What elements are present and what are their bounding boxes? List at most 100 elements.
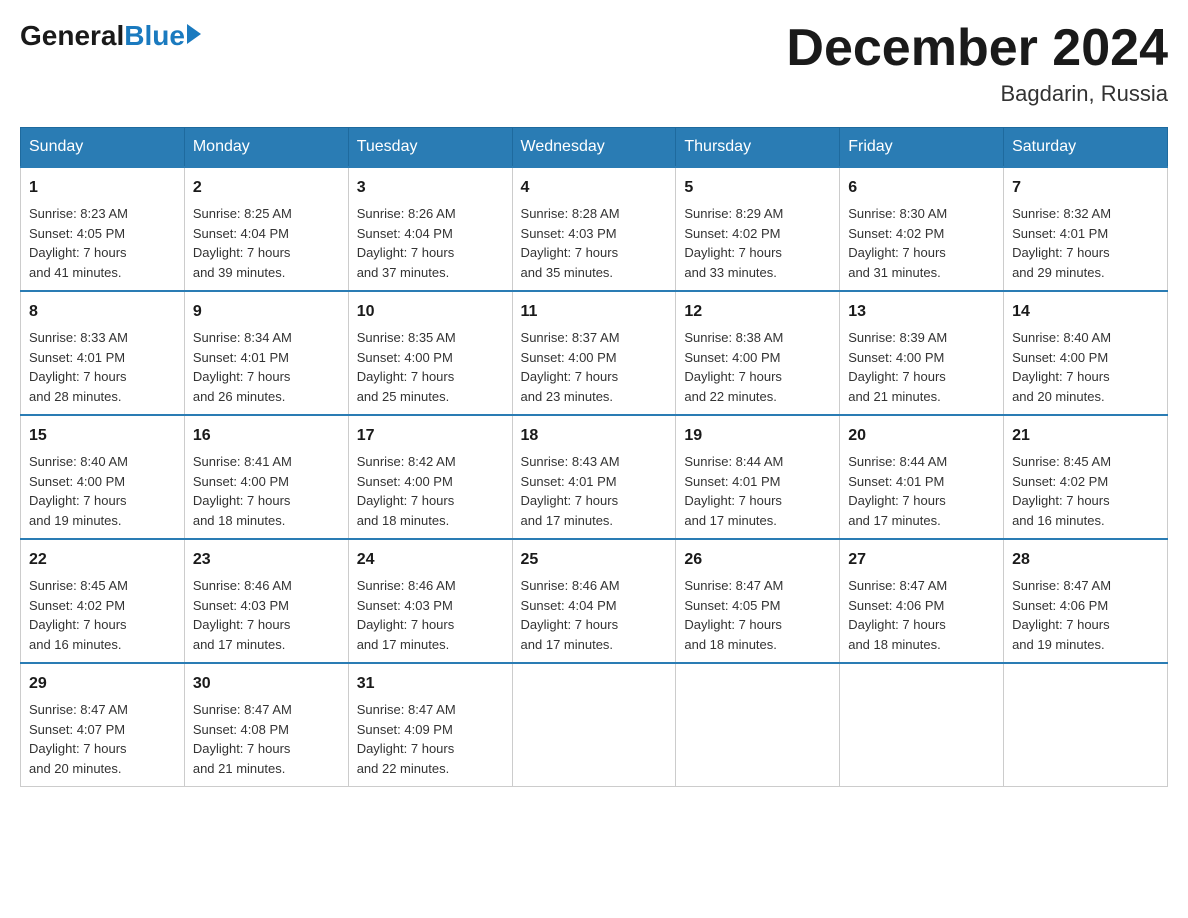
day-number: 10 <box>357 300 504 324</box>
calendar-cell <box>676 663 840 787</box>
day-info: Sunrise: 8:47 AM Sunset: 4:07 PM Dayligh… <box>29 700 176 778</box>
day-number: 22 <box>29 548 176 572</box>
day-number: 8 <box>29 300 176 324</box>
day-info: Sunrise: 8:32 AM Sunset: 4:01 PM Dayligh… <box>1012 204 1159 282</box>
day-info: Sunrise: 8:40 AM Sunset: 4:00 PM Dayligh… <box>1012 328 1159 406</box>
calendar-cell <box>512 663 676 787</box>
calendar-cell: 16 Sunrise: 8:41 AM Sunset: 4:00 PM Dayl… <box>184 415 348 539</box>
calendar-header-tuesday: Tuesday <box>348 128 512 168</box>
calendar-header-saturday: Saturday <box>1004 128 1168 168</box>
calendar-cell: 19 Sunrise: 8:44 AM Sunset: 4:01 PM Dayl… <box>676 415 840 539</box>
day-info: Sunrise: 8:42 AM Sunset: 4:00 PM Dayligh… <box>357 452 504 530</box>
calendar-cell: 5 Sunrise: 8:29 AM Sunset: 4:02 PM Dayli… <box>676 167 840 291</box>
day-number: 12 <box>684 300 831 324</box>
calendar-cell: 3 Sunrise: 8:26 AM Sunset: 4:04 PM Dayli… <box>348 167 512 291</box>
calendar-cell: 24 Sunrise: 8:46 AM Sunset: 4:03 PM Dayl… <box>348 539 512 663</box>
calendar-cell: 11 Sunrise: 8:37 AM Sunset: 4:00 PM Dayl… <box>512 291 676 415</box>
day-info: Sunrise: 8:28 AM Sunset: 4:03 PM Dayligh… <box>521 204 668 282</box>
calendar-cell: 13 Sunrise: 8:39 AM Sunset: 4:00 PM Dayl… <box>840 291 1004 415</box>
calendar-cell: 21 Sunrise: 8:45 AM Sunset: 4:02 PM Dayl… <box>1004 415 1168 539</box>
calendar-cell: 23 Sunrise: 8:46 AM Sunset: 4:03 PM Dayl… <box>184 539 348 663</box>
day-number: 6 <box>848 176 995 200</box>
logo-blue-text: Blue <box>124 20 185 52</box>
day-info: Sunrise: 8:46 AM Sunset: 4:03 PM Dayligh… <box>357 576 504 654</box>
calendar-cell: 10 Sunrise: 8:35 AM Sunset: 4:00 PM Dayl… <box>348 291 512 415</box>
day-info: Sunrise: 8:30 AM Sunset: 4:02 PM Dayligh… <box>848 204 995 282</box>
day-info: Sunrise: 8:41 AM Sunset: 4:00 PM Dayligh… <box>193 452 340 530</box>
day-info: Sunrise: 8:47 AM Sunset: 4:06 PM Dayligh… <box>1012 576 1159 654</box>
day-number: 9 <box>193 300 340 324</box>
day-number: 30 <box>193 672 340 696</box>
day-number: 3 <box>357 176 504 200</box>
calendar-cell: 20 Sunrise: 8:44 AM Sunset: 4:01 PM Dayl… <box>840 415 1004 539</box>
calendar-header-monday: Monday <box>184 128 348 168</box>
day-info: Sunrise: 8:47 AM Sunset: 4:08 PM Dayligh… <box>193 700 340 778</box>
day-info: Sunrise: 8:40 AM Sunset: 4:00 PM Dayligh… <box>29 452 176 530</box>
day-number: 4 <box>521 176 668 200</box>
day-info: Sunrise: 8:45 AM Sunset: 4:02 PM Dayligh… <box>29 576 176 654</box>
day-info: Sunrise: 8:47 AM Sunset: 4:09 PM Dayligh… <box>357 700 504 778</box>
calendar-cell: 9 Sunrise: 8:34 AM Sunset: 4:01 PM Dayli… <box>184 291 348 415</box>
logo: General Blue <box>20 20 201 52</box>
day-number: 16 <box>193 424 340 448</box>
day-number: 5 <box>684 176 831 200</box>
day-info: Sunrise: 8:47 AM Sunset: 4:05 PM Dayligh… <box>684 576 831 654</box>
day-info: Sunrise: 8:25 AM Sunset: 4:04 PM Dayligh… <box>193 204 340 282</box>
location: Bagdarin, Russia <box>786 81 1168 107</box>
calendar-cell: 1 Sunrise: 8:23 AM Sunset: 4:05 PM Dayli… <box>21 167 185 291</box>
day-info: Sunrise: 8:26 AM Sunset: 4:04 PM Dayligh… <box>357 204 504 282</box>
day-info: Sunrise: 8:47 AM Sunset: 4:06 PM Dayligh… <box>848 576 995 654</box>
calendar-week-1: 1 Sunrise: 8:23 AM Sunset: 4:05 PM Dayli… <box>21 167 1168 291</box>
day-number: 14 <box>1012 300 1159 324</box>
calendar-header-wednesday: Wednesday <box>512 128 676 168</box>
logo-triangle-icon <box>187 24 201 44</box>
day-info: Sunrise: 8:44 AM Sunset: 4:01 PM Dayligh… <box>848 452 995 530</box>
calendar-cell: 31 Sunrise: 8:47 AM Sunset: 4:09 PM Dayl… <box>348 663 512 787</box>
day-info: Sunrise: 8:45 AM Sunset: 4:02 PM Dayligh… <box>1012 452 1159 530</box>
day-number: 29 <box>29 672 176 696</box>
day-number: 19 <box>684 424 831 448</box>
day-number: 18 <box>521 424 668 448</box>
day-info: Sunrise: 8:29 AM Sunset: 4:02 PM Dayligh… <box>684 204 831 282</box>
day-number: 2 <box>193 176 340 200</box>
logo-general-text: General <box>20 20 124 52</box>
calendar-cell: 17 Sunrise: 8:42 AM Sunset: 4:00 PM Dayl… <box>348 415 512 539</box>
day-number: 15 <box>29 424 176 448</box>
day-number: 24 <box>357 548 504 572</box>
calendar-cell <box>1004 663 1168 787</box>
calendar-header-friday: Friday <box>840 128 1004 168</box>
calendar-cell: 27 Sunrise: 8:47 AM Sunset: 4:06 PM Dayl… <box>840 539 1004 663</box>
day-info: Sunrise: 8:33 AM Sunset: 4:01 PM Dayligh… <box>29 328 176 406</box>
calendar-cell: 29 Sunrise: 8:47 AM Sunset: 4:07 PM Dayl… <box>21 663 185 787</box>
calendar-cell: 8 Sunrise: 8:33 AM Sunset: 4:01 PM Dayli… <box>21 291 185 415</box>
day-number: 27 <box>848 548 995 572</box>
calendar-week-5: 29 Sunrise: 8:47 AM Sunset: 4:07 PM Dayl… <box>21 663 1168 787</box>
day-info: Sunrise: 8:46 AM Sunset: 4:04 PM Dayligh… <box>521 576 668 654</box>
day-info: Sunrise: 8:23 AM Sunset: 4:05 PM Dayligh… <box>29 204 176 282</box>
day-info: Sunrise: 8:44 AM Sunset: 4:01 PM Dayligh… <box>684 452 831 530</box>
calendar-cell <box>840 663 1004 787</box>
day-number: 31 <box>357 672 504 696</box>
day-number: 23 <box>193 548 340 572</box>
calendar-cell: 7 Sunrise: 8:32 AM Sunset: 4:01 PM Dayli… <box>1004 167 1168 291</box>
month-title: December 2024 <box>786 20 1168 77</box>
day-number: 20 <box>848 424 995 448</box>
calendar-cell: 14 Sunrise: 8:40 AM Sunset: 4:00 PM Dayl… <box>1004 291 1168 415</box>
day-number: 7 <box>1012 176 1159 200</box>
calendar-table: SundayMondayTuesdayWednesdayThursdayFrid… <box>20 127 1168 787</box>
calendar-week-4: 22 Sunrise: 8:45 AM Sunset: 4:02 PM Dayl… <box>21 539 1168 663</box>
calendar-header-sunday: Sunday <box>21 128 185 168</box>
calendar-header-thursday: Thursday <box>676 128 840 168</box>
day-info: Sunrise: 8:37 AM Sunset: 4:00 PM Dayligh… <box>521 328 668 406</box>
calendar-week-2: 8 Sunrise: 8:33 AM Sunset: 4:01 PM Dayli… <box>21 291 1168 415</box>
calendar-cell: 26 Sunrise: 8:47 AM Sunset: 4:05 PM Dayl… <box>676 539 840 663</box>
day-number: 17 <box>357 424 504 448</box>
calendar-header-row: SundayMondayTuesdayWednesdayThursdayFrid… <box>21 128 1168 168</box>
calendar-week-3: 15 Sunrise: 8:40 AM Sunset: 4:00 PM Dayl… <box>21 415 1168 539</box>
page-header: General Blue December 2024 Bagdarin, Rus… <box>20 20 1168 107</box>
calendar-cell: 25 Sunrise: 8:46 AM Sunset: 4:04 PM Dayl… <box>512 539 676 663</box>
calendar-cell: 22 Sunrise: 8:45 AM Sunset: 4:02 PM Dayl… <box>21 539 185 663</box>
day-number: 11 <box>521 300 668 324</box>
day-info: Sunrise: 8:39 AM Sunset: 4:00 PM Dayligh… <box>848 328 995 406</box>
day-number: 21 <box>1012 424 1159 448</box>
